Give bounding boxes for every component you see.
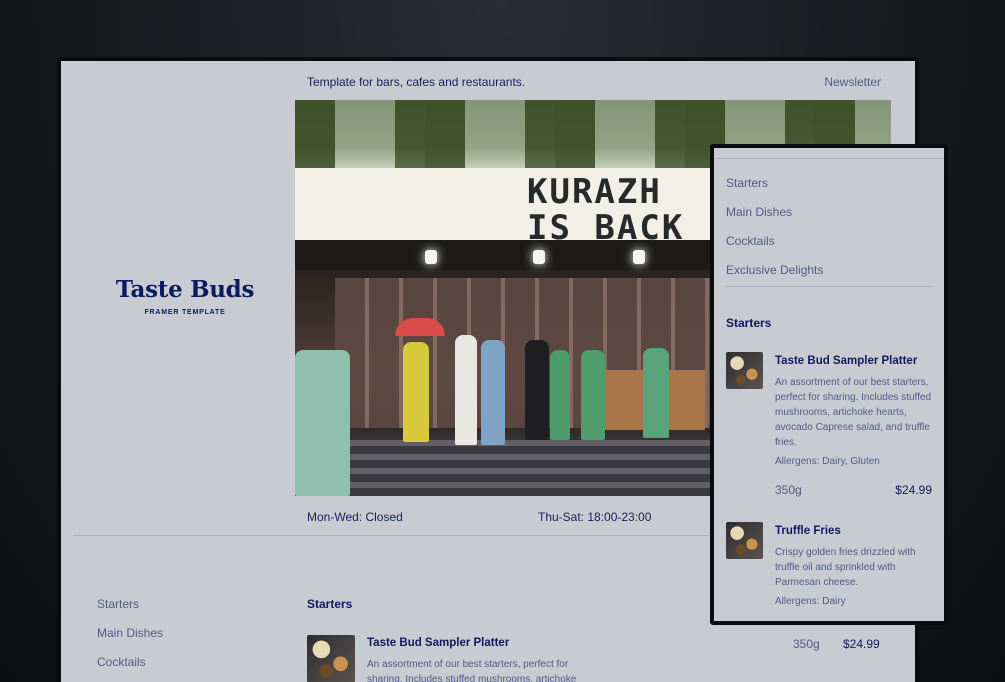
sidebar-item-starters[interactable]: Starters <box>97 597 163 611</box>
hero-person <box>295 350 350 496</box>
brand-logo[interactable]: Taste Buds FRAMER TEMPLATE <box>81 276 289 316</box>
dish-name: Truffle Fries <box>775 525 841 537</box>
menu-item[interactable]: Taste Bud Sampler Platter An assortment … <box>307 635 887 682</box>
menu-item[interactable]: Taste Bud Sampler Platter An assortment … <box>726 352 932 502</box>
menu-item[interactable]: Truffle Fries Crispy golden fries drizzl… <box>726 522 932 621</box>
hero-person <box>481 340 505 445</box>
dish-price: $24.99 <box>843 637 880 651</box>
newsletter-link[interactable]: Newsletter <box>824 75 881 89</box>
panel-nav: Starters Main Dishes Cocktails Exclusive… <box>726 176 823 292</box>
brand-subtitle: FRAMER TEMPLATE <box>144 309 226 316</box>
hours-weekday: Mon-Wed: Closed <box>307 510 403 524</box>
dish-description: Crispy golden fries drizzled with truffl… <box>775 547 916 588</box>
dish-thumbnail <box>307 635 355 682</box>
site-tagline: Template for bars, cafes and restaurants… <box>307 75 526 89</box>
brand-title: Taste Buds <box>115 276 255 303</box>
dish-weight: 350g <box>775 483 802 497</box>
menu-panel: Starters Main Dishes Cocktails Exclusive… <box>710 144 948 625</box>
dish-name: Taste Bud Sampler Platter <box>775 355 918 367</box>
sidebar-item-main-dishes[interactable]: Main Dishes <box>97 626 163 640</box>
dish-thumbnail <box>726 522 763 559</box>
panel-divider <box>726 286 932 287</box>
hero-person <box>581 350 605 440</box>
dish-allergens: Allergens: Dairy, Gluten <box>775 456 880 467</box>
dish-description: An assortment of our best starters, perf… <box>775 377 932 448</box>
dish-thumbnail <box>726 352 763 389</box>
hero-person <box>403 342 429 442</box>
hours-weekend: Thu-Sat: 18:00-23:00 <box>538 510 652 524</box>
hero-lamp <box>633 250 645 264</box>
dish-allergens: Allergens: Dairy <box>775 596 846 607</box>
section-title: Starters <box>307 597 353 611</box>
hero-person <box>550 350 570 440</box>
menu-sidebar: Starters Main Dishes Cocktails <box>97 597 163 682</box>
hero-umbrella <box>395 318 445 336</box>
panel-nav-starters[interactable]: Starters <box>726 176 823 205</box>
hero-sign-line1: KURAZH <box>527 172 662 212</box>
dish-description: An assortment of our best starters, perf… <box>367 659 577 682</box>
dish-price: $24.99 <box>895 483 932 497</box>
panel-divider <box>714 158 944 159</box>
hero-sign-text: KURAZH IS BACK <box>527 174 684 246</box>
hero-lamp <box>425 250 437 264</box>
panel-nav-exclusive-delights[interactable]: Exclusive Delights <box>726 263 823 292</box>
dish-weight: 350g <box>793 637 820 651</box>
sidebar-item-cocktails[interactable]: Cocktails <box>97 655 163 669</box>
hero-person <box>525 340 549 440</box>
panel-nav-main-dishes[interactable]: Main Dishes <box>726 205 823 234</box>
dish-name: Taste Bud Sampler Platter <box>367 637 510 649</box>
panel-nav-cocktails[interactable]: Cocktails <box>726 234 823 263</box>
hero-person <box>455 335 477 445</box>
hero-person <box>643 348 669 438</box>
hero-lamp <box>533 250 545 264</box>
panel-section-title: Starters <box>726 316 772 330</box>
